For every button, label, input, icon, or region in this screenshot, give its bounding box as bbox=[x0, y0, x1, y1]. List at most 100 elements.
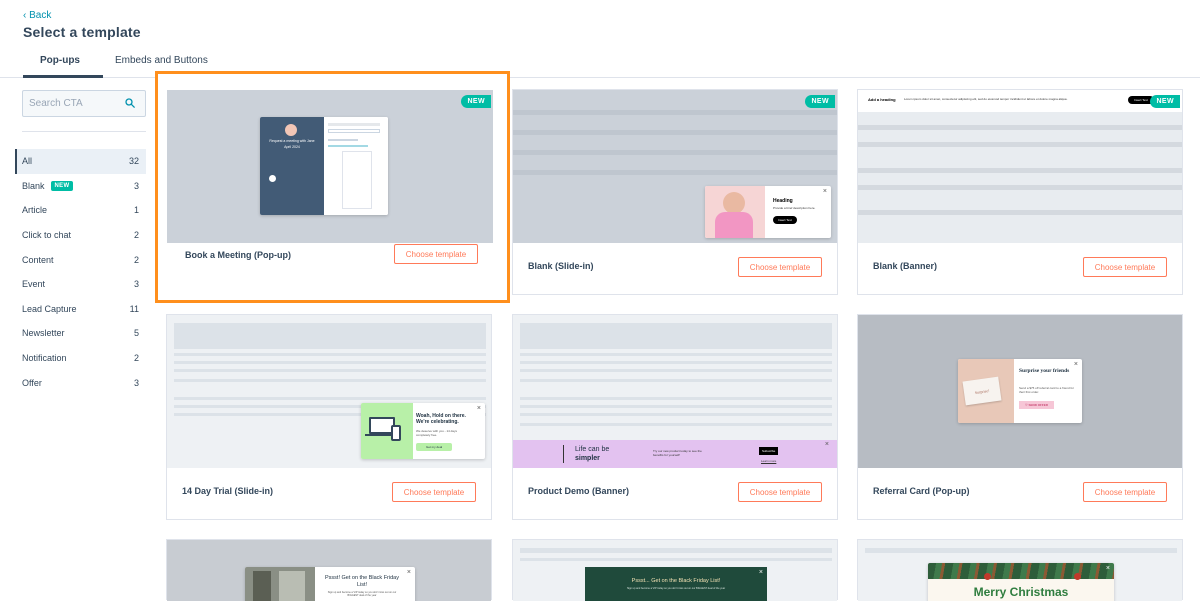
template-card-black-friday-banner[interactable]: × Pssst... Get on the Black Friday List!… bbox=[512, 539, 838, 601]
filter-article[interactable]: Article 1 bbox=[15, 198, 146, 223]
preview-line bbox=[174, 369, 486, 372]
slide-in-preview: × Woah, Hold on there. We're celebrating… bbox=[361, 403, 485, 459]
template-preview: × Woah, Hold on there. We're celebrating… bbox=[167, 315, 491, 468]
preview-line bbox=[520, 361, 832, 364]
preview-line bbox=[513, 130, 837, 135]
christmas-garland bbox=[928, 563, 1114, 579]
demo-heading-line: Life can be bbox=[575, 446, 610, 453]
filter-label: Newsletter bbox=[22, 328, 65, 339]
preview-line bbox=[520, 548, 832, 553]
filter-click-to-chat[interactable]: Click to chat 2 bbox=[15, 223, 146, 248]
filter-event[interactable]: Event 3 bbox=[15, 272, 146, 297]
referral-card-text: Surprise! bbox=[974, 387, 990, 395]
trial-button: Get my deal bbox=[416, 443, 453, 451]
black-friday-popup-preview: × Pssst! Get on the Black Friday List! S… bbox=[245, 567, 415, 601]
slide-in-preview: × Heading Provide a brief description he… bbox=[705, 186, 831, 238]
preview-line bbox=[174, 379, 486, 382]
filter-label: All bbox=[22, 156, 33, 167]
filter-label: Article bbox=[22, 205, 48, 216]
filter-notification[interactable]: Notification 2 bbox=[15, 346, 146, 371]
close-icon: × bbox=[822, 188, 827, 195]
preview-line bbox=[520, 369, 832, 372]
template-card-black-friday-popup[interactable]: × Pssst! Get on the Black Friday List! S… bbox=[166, 539, 492, 601]
ornament-icon bbox=[984, 573, 991, 580]
trial-body: We deserve with you - 14 days completely… bbox=[416, 429, 457, 437]
search-icon[interactable] bbox=[125, 98, 135, 108]
choose-template-button[interactable]: Choose template bbox=[394, 244, 478, 264]
choose-template-button[interactable]: Choose template bbox=[392, 482, 476, 502]
filter-newsletter[interactable]: Newsletter 5 bbox=[15, 321, 146, 346]
demo-heading: Life can be simpler bbox=[575, 445, 609, 463]
template-preview: × Heading Provide a brief description he… bbox=[513, 90, 837, 243]
template-preview: × Pssst... Get on the Black Friday List!… bbox=[513, 540, 837, 601]
filter-label: Notification bbox=[22, 353, 67, 364]
template-card-blank-banner[interactable]: Add a heading Lorem ipsum dolor sit amet… bbox=[857, 89, 1183, 295]
filter-offer[interactable]: Offer 3 bbox=[15, 370, 146, 395]
preview-line bbox=[520, 353, 832, 356]
referral-button: ♡ SEND OFFER bbox=[1019, 401, 1054, 409]
template-card-merry-christmas[interactable]: × Merry Christmas bbox=[857, 539, 1183, 601]
template-card-14-day-trial[interactable]: × Woah, Hold on there. We're celebrating… bbox=[166, 314, 492, 520]
choose-template-button[interactable]: Choose template bbox=[738, 482, 822, 502]
search-box bbox=[22, 90, 146, 117]
preview-line bbox=[520, 397, 832, 400]
preview-line bbox=[174, 361, 486, 364]
filter-sidebar: All 32 BlankNEW 3 Article 1 Click to cha… bbox=[15, 90, 146, 395]
banner-body: Lorem ipsum dolor sit amet, consectetur … bbox=[904, 97, 1068, 101]
referral-popup-preview: Surprise! × Surprise your friends Send a… bbox=[958, 359, 1082, 423]
preview-line bbox=[513, 170, 837, 175]
close-icon: × bbox=[1073, 361, 1078, 368]
meeting-request-text: Request a meeting with Jane bbox=[269, 139, 315, 143]
banner-heading: Add a heading bbox=[868, 97, 896, 102]
filter-count: 2 bbox=[133, 353, 139, 364]
template-card-product-demo[interactable]: Life can be simpler Try our new product … bbox=[512, 314, 838, 520]
black-friday-banner-body: Sign up and become a VIP today so you do… bbox=[626, 587, 726, 590]
filter-count: 3 bbox=[133, 377, 139, 388]
filter-lead-capture[interactable]: Lead Capture 11 bbox=[15, 297, 146, 322]
back-link[interactable]: ‹ Back bbox=[23, 10, 51, 21]
new-badge: NEW bbox=[805, 95, 835, 108]
filter-content[interactable]: Content 2 bbox=[15, 247, 146, 272]
card-footer: Referral Card (Pop-up) Choose template bbox=[858, 467, 1182, 519]
preview-line bbox=[858, 210, 1182, 215]
new-badge: NEW bbox=[50, 180, 74, 191]
choose-template-button[interactable]: Choose template bbox=[738, 257, 822, 277]
filter-count: 3 bbox=[133, 180, 139, 191]
filter-all[interactable]: All 32 bbox=[15, 149, 146, 174]
preview-line bbox=[513, 150, 837, 155]
template-card-blank-slide-in[interactable]: × Heading Provide a brief description he… bbox=[512, 89, 838, 295]
template-preview: × Pssst! Get on the Black Friday List! S… bbox=[167, 540, 491, 601]
card-footer: Blank (Banner) Choose template bbox=[858, 242, 1182, 294]
filter-label: Content bbox=[22, 254, 54, 265]
close-icon: × bbox=[824, 441, 829, 448]
preview-line bbox=[858, 168, 1182, 173]
tab-pop-ups[interactable]: Pop-ups bbox=[23, 55, 103, 78]
filter-count: 11 bbox=[129, 303, 139, 314]
preview-line bbox=[513, 110, 837, 115]
filter-blank[interactable]: Blank NEW 3 bbox=[15, 174, 146, 199]
christmas-popup-preview: × Merry Christmas bbox=[928, 563, 1114, 601]
banner-preview: Add a heading Lorem ipsum dolor sit amet… bbox=[858, 90, 1182, 112]
referral-card-image: Surprise! bbox=[962, 376, 1002, 406]
template-name: Product Demo (Banner) bbox=[528, 486, 630, 496]
new-badge: NEW bbox=[1150, 95, 1180, 108]
slide-in-button: Insert Text bbox=[773, 216, 797, 224]
sidebar-divider bbox=[22, 131, 146, 132]
template-preview: Request a meeting with Jane April 2024 N… bbox=[167, 90, 493, 243]
preview-line bbox=[174, 353, 486, 356]
page-header: ‹ Back Select a template Pop-ups Embeds … bbox=[0, 0, 1200, 78]
category-list: All 32 Blank NEW 3 Article 1 Click to cha… bbox=[15, 149, 146, 395]
filter-count: 1 bbox=[133, 205, 139, 216]
template-card-book-a-meeting[interactable]: Request a meeting with Jane April 2024 N… bbox=[155, 71, 510, 303]
choose-template-button[interactable]: Choose template bbox=[1083, 257, 1167, 277]
banner-preview: Life can be simpler Try our new product … bbox=[513, 440, 837, 468]
card-footer: Blank (Slide-in) Choose template bbox=[513, 242, 837, 294]
filter-count: 5 bbox=[133, 328, 139, 339]
preview-line bbox=[520, 379, 832, 382]
referral-body: Send a $75 off referral card to a friend… bbox=[1019, 386, 1074, 394]
close-icon: × bbox=[1105, 565, 1110, 572]
slide-in-heading: Heading bbox=[773, 198, 793, 204]
choose-template-button[interactable]: Choose template bbox=[1083, 482, 1167, 502]
template-card-referral-card[interactable]: Surprise! × Surprise your friends Send a… bbox=[857, 314, 1183, 520]
black-friday-banner-heading: Pssst... Get on the Black Friday List! bbox=[631, 578, 721, 584]
